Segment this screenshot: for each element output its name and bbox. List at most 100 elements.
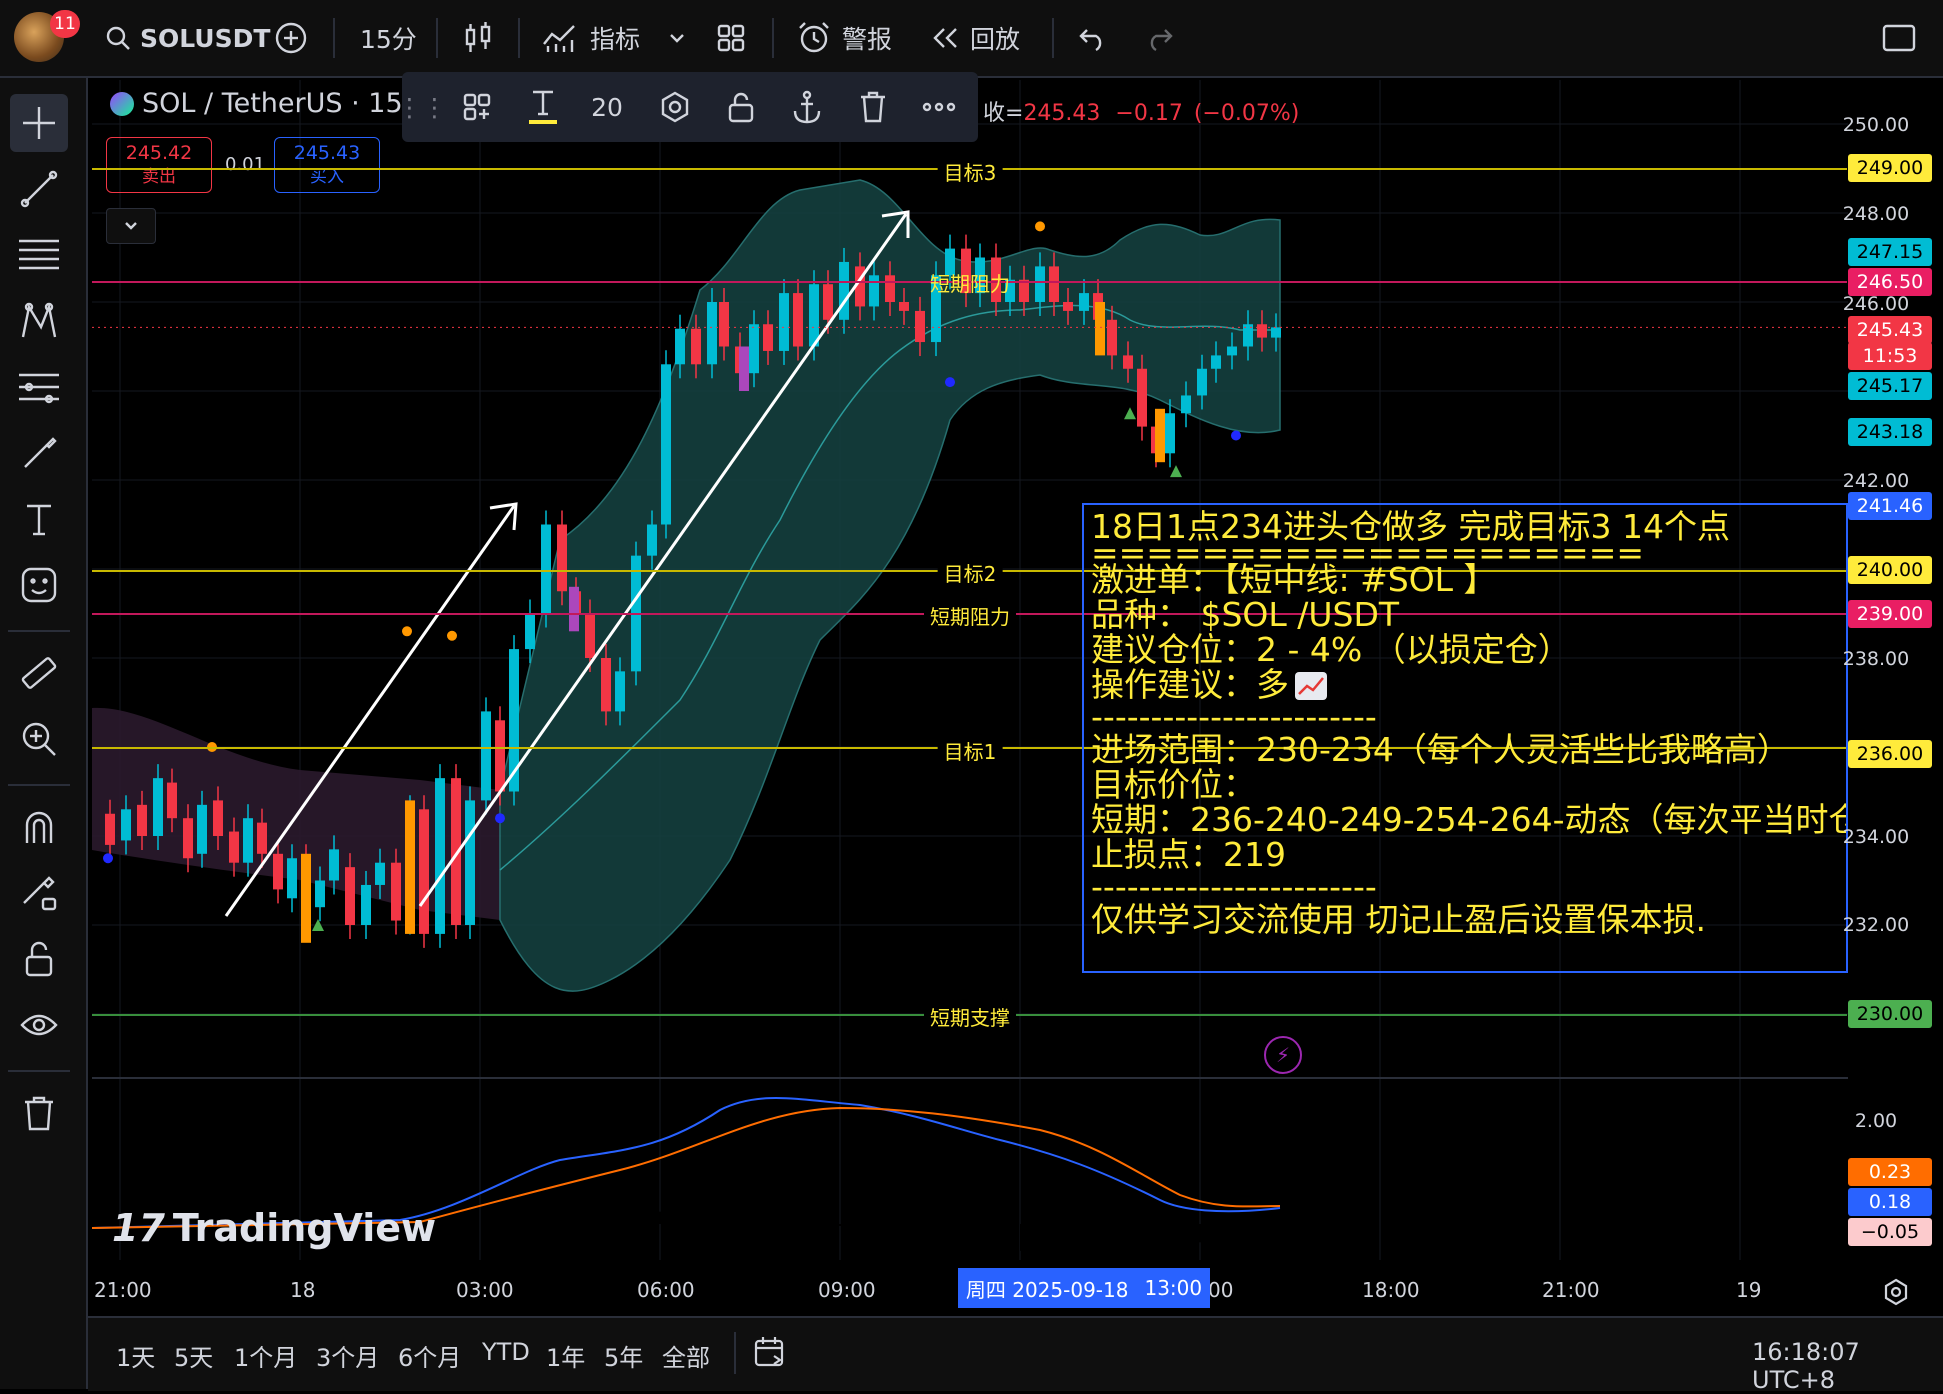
range-6m-button[interactable]: 6个月: [398, 1338, 461, 1373]
indicators-dropdown[interactable]: [668, 14, 686, 62]
macd-histogram-bar: [1075, 1224, 1084, 1252]
macd-histogram-bar: [1218, 1224, 1227, 1240]
macd-histogram-bar: [712, 1209, 721, 1224]
settings-button[interactable]: [652, 84, 698, 130]
gear-icon: [661, 91, 689, 123]
zoom-in-tool[interactable]: [10, 710, 68, 768]
candle-body: [419, 809, 429, 934]
templates-button[interactable]: [454, 84, 500, 130]
candles-icon: [465, 22, 491, 52]
time-axis-settings-button[interactable]: [1882, 1278, 1910, 1310]
compare-symbol-button[interactable]: [274, 14, 308, 62]
range-1m-button[interactable]: 1个月: [234, 1338, 297, 1373]
lightning-icon[interactable]: ⚡: [1264, 1036, 1302, 1074]
candle-body: [1049, 266, 1059, 302]
stay-in-drawing-tool[interactable]: [10, 864, 68, 922]
macd-histogram-bar: [624, 1200, 633, 1224]
macd-histogram-bar: [514, 1184, 523, 1224]
macd-histogram-bar: [591, 1191, 600, 1224]
indicators-button[interactable]: 指标: [542, 14, 640, 62]
trend-line-icon: [20, 170, 58, 208]
price-tag: 241.46: [1848, 492, 1932, 520]
range-1d-button[interactable]: 1天: [116, 1338, 155, 1373]
price-tag: 245.17: [1848, 372, 1932, 400]
macd-histogram-bar: [943, 1224, 952, 1244]
drawing-tools-sidebar: [0, 78, 88, 1389]
tradingview-logo-icon: 17: [112, 1206, 165, 1250]
go-to-date-button[interactable]: [752, 1334, 788, 1374]
macd-histogram-bar: [756, 1194, 765, 1224]
lock-drawings-tool[interactable]: [10, 930, 68, 988]
macd-histogram-bar: [1097, 1224, 1106, 1252]
chart-type-button[interactable]: [462, 14, 494, 62]
layout-button[interactable]: [716, 14, 746, 62]
range-all-button[interactable]: 全部: [662, 1338, 710, 1373]
undo-button[interactable]: [1078, 14, 1108, 62]
macd-histogram-bar: [657, 1211, 666, 1224]
candle-body: [691, 328, 701, 365]
chevron-down-icon: [670, 34, 684, 43]
magnet-tool[interactable]: [10, 798, 68, 856]
candle-body: [823, 284, 833, 320]
brush-tool[interactable]: [10, 424, 68, 482]
remove-drawings-tool[interactable]: [10, 1084, 68, 1142]
smiley-icon: [21, 567, 57, 603]
text-color-button[interactable]: [520, 84, 566, 130]
order-panel-toggle[interactable]: [106, 208, 156, 244]
range-5d-button[interactable]: 5天: [174, 1338, 213, 1373]
replay-button[interactable]: 回放: [930, 14, 1020, 62]
macd-histogram-bar: [613, 1197, 622, 1224]
lock-button[interactable]: [718, 84, 764, 130]
candle-body: [345, 867, 355, 925]
macd-histogram-bar: [998, 1224, 1007, 1250]
alert-button[interactable]: 警报: [796, 14, 892, 62]
text-tool[interactable]: [10, 490, 68, 548]
eye-icon: [20, 1014, 58, 1036]
range-3m-button[interactable]: 3个月: [316, 1338, 379, 1373]
more-button[interactable]: [916, 84, 962, 130]
signal-dot: [1231, 430, 1241, 441]
candle-body: [585, 613, 595, 658]
buy-button[interactable]: 245.43 买入: [274, 137, 380, 193]
pattern-tool[interactable]: [10, 292, 68, 350]
forecast-tool[interactable]: [10, 358, 68, 416]
font-size-button[interactable]: 20: [584, 84, 630, 130]
candle-body: [1271, 327, 1281, 338]
symbol-legend[interactable]: SOL / TetherUS · 15 ·: [110, 88, 420, 119]
sell-button[interactable]: 245.42 卖出: [106, 137, 212, 193]
macd-histogram-bar: [668, 1215, 677, 1224]
anchor-button[interactable]: [784, 84, 830, 130]
drag-handle[interactable]: ⋮⋮: [397, 84, 447, 130]
candle-body: [465, 800, 475, 925]
candle-body: [779, 293, 789, 351]
symbol-search-button[interactable]: SOLUSDT: [104, 14, 270, 62]
trend-line-tool[interactable]: [10, 160, 68, 218]
sticker-tool[interactable]: [10, 556, 68, 614]
price-axis-label: 234.00: [1842, 826, 1910, 848]
fullscreen-button[interactable]: [1882, 14, 1916, 62]
candle-body: [763, 324, 773, 351]
measure-tool[interactable]: [10, 644, 68, 702]
macd-histogram-bar: [1130, 1224, 1139, 1250]
macd-histogram-bar: [976, 1224, 985, 1248]
trade-note-textbox[interactable]: 18日1点234进头仓做多 完成目标3 14个点 ===============…: [1082, 503, 1848, 973]
delete-button[interactable]: [850, 84, 896, 130]
candle-body: [153, 778, 163, 836]
level-label-resistance-short1: 短期阻力: [930, 272, 1010, 296]
candle-body: [541, 524, 551, 614]
parallel-lines-icon: [19, 239, 59, 270]
range-ytd-button[interactable]: YTD: [482, 1338, 530, 1366]
crosshair-tool[interactable]: [10, 94, 68, 152]
candle-body: [1165, 413, 1175, 454]
signal-dot: [402, 626, 412, 637]
clock-timezone[interactable]: 16:18:07 UTC+8: [1752, 1338, 1943, 1394]
price-axis-label: 250.00: [1842, 114, 1910, 136]
range-5y-button[interactable]: 5年: [604, 1338, 643, 1373]
fib-tool[interactable]: [10, 226, 68, 284]
interval-button[interactable]: 15分: [360, 14, 417, 62]
range-1y-button[interactable]: 1年: [546, 1338, 585, 1373]
hide-drawings-tool[interactable]: [10, 996, 68, 1054]
redo-button[interactable]: [1144, 14, 1174, 62]
anchor-icon: [793, 90, 821, 124]
macd-histogram-bar: [767, 1195, 776, 1224]
